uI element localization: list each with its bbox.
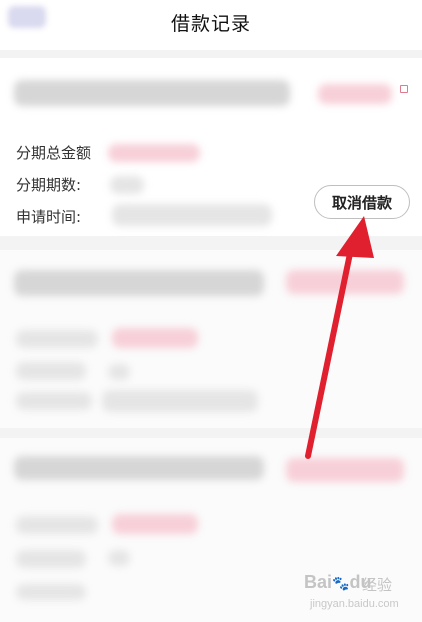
baidu-jingyan-watermark: Bai🐾du 经验 jingyan.baidu.com bbox=[304, 568, 420, 618]
arrow-head bbox=[336, 216, 374, 258]
watermark-url: jingyan.baidu.com bbox=[310, 598, 399, 610]
red-arrow-annotation bbox=[305, 216, 374, 459]
watermark-cn: 经验 bbox=[362, 577, 393, 594]
arrow-shaft bbox=[305, 241, 355, 459]
